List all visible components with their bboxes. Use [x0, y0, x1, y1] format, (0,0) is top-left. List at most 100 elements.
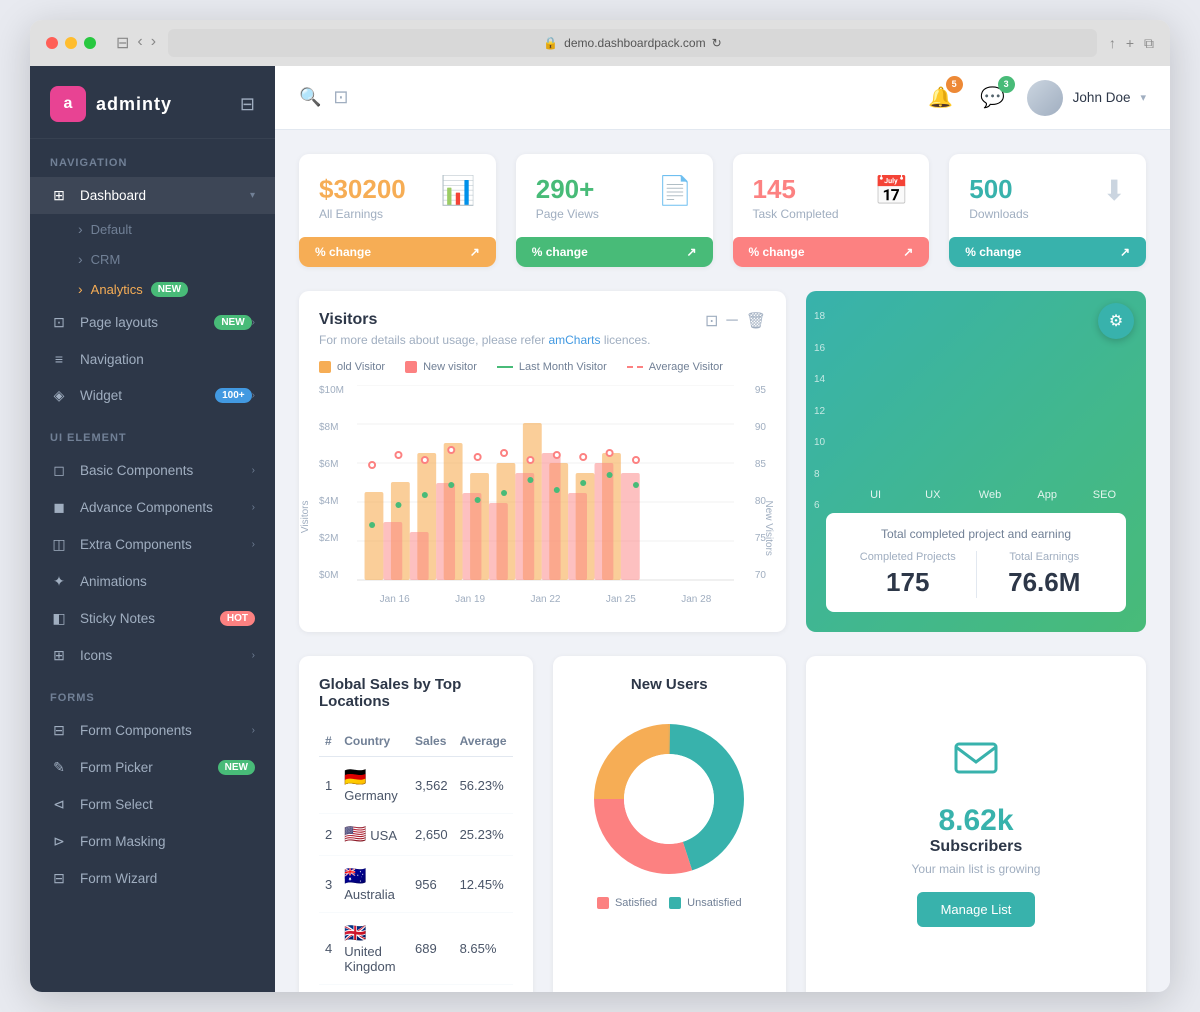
delete-button[interactable]: 🗑: [746, 311, 766, 331]
chart-svg: [357, 385, 734, 581]
footer-label: % change: [532, 245, 588, 259]
maximize-dot[interactable]: [84, 37, 96, 49]
expand-button[interactable]: ⊡: [705, 311, 718, 331]
bell-button[interactable]: 🔔 5: [923, 80, 959, 116]
sidebar-item-basic-components[interactable]: ◻ Basic Components ›: [30, 452, 275, 489]
legend-new-visitor: New visitor: [405, 361, 477, 373]
legend-label: Last Month Visitor: [519, 361, 607, 373]
chevron-right-icon: ›: [252, 650, 255, 661]
green-stats-card: ⚙ 181614121086 UI: [806, 291, 1146, 632]
minimize-dot[interactable]: [65, 37, 77, 49]
completed-value: 175: [840, 567, 976, 598]
chevron-right-icon: ›: [252, 725, 255, 736]
sidebar-item-form-select[interactable]: ⊲ Form Select: [30, 786, 275, 823]
sidebar-item-form-picker[interactable]: ✎ Form Picker NEW: [30, 749, 275, 786]
donut-chart: [579, 709, 759, 889]
earnings-label: Total Earnings: [977, 551, 1113, 563]
manage-list-button[interactable]: Manage List: [917, 892, 1036, 927]
back-icon[interactable]: ‹: [137, 33, 142, 53]
sales-table-card: Global Sales by Top Locations # Country …: [299, 656, 533, 992]
cell-country: 🇩🇪 Germany: [338, 757, 409, 814]
minimize-button[interactable]: ─: [726, 311, 737, 331]
sidebar-item-label: Form Masking: [80, 834, 255, 849]
windows-icon[interactable]: ⧉: [1144, 35, 1154, 52]
stat-footer[interactable]: % change ↗: [949, 237, 1146, 267]
sidebar-subitem-analytics[interactable]: Analytics NEW: [30, 274, 275, 304]
search-icon[interactable]: 🔍: [299, 87, 321, 108]
chevron-right-icon: ›: [252, 317, 255, 328]
sidebar-item-form-components[interactable]: ⊟ Form Components ›: [30, 712, 275, 749]
stat-value: 290+: [536, 174, 599, 205]
chat-button[interactable]: 💬 3: [975, 80, 1011, 116]
sidebar-item-dashboard[interactable]: ⊞ Dashboard ▾: [30, 177, 275, 214]
sidebar-item-label: Animations: [80, 574, 255, 589]
refresh-icon[interactable]: ↻: [712, 36, 722, 50]
cell-sales: 689: [409, 913, 454, 985]
card-toolbar: ⊡ ─ 🗑: [705, 311, 766, 331]
cell-sales: 956: [409, 856, 454, 913]
sidebar-item-extra-components[interactable]: ◫ Extra Components ›: [30, 526, 275, 563]
sidebar-item-page-layouts[interactable]: ⊡ Page layouts NEW ›: [30, 304, 275, 341]
stat-footer[interactable]: % change ↗: [299, 237, 496, 267]
legend-label: Average Visitor: [649, 361, 723, 373]
newtab-icon[interactable]: +: [1126, 35, 1134, 52]
sidebar-item-widget[interactable]: ◈ Widget 100+ ›: [30, 377, 275, 414]
y-label-left: Visitors: [300, 501, 311, 534]
gear-button[interactable]: ⚙: [1098, 303, 1134, 339]
sidebar-item-label: Widget: [80, 388, 207, 403]
stat-footer[interactable]: % change ↗: [733, 237, 930, 267]
cell-average: 56.23%: [454, 757, 513, 814]
browser-nav: ⊟ ‹ ›: [116, 33, 156, 53]
amcharts-link[interactable]: amCharts: [548, 333, 600, 347]
stat-label: Page Views: [536, 207, 599, 221]
sidebar-item-icons[interactable]: ⊞ Icons ›: [30, 637, 275, 674]
sidebar-item-form-wizard[interactable]: ⊟ Form Wizard: [30, 860, 275, 897]
sidebar-toggle-btn[interactable]: ⊟: [240, 94, 255, 115]
extra-icon: ◫: [50, 536, 68, 553]
stat-card-pageviews: 290+ Page Views 📄 % change ↗: [516, 154, 713, 267]
col-sales: Sales: [409, 726, 454, 757]
project-stats-panel: Total completed project and earning Comp…: [826, 513, 1126, 612]
close-dot[interactable]: [46, 37, 58, 49]
sidebar-subitem-default[interactable]: Default: [30, 214, 275, 244]
y-label-right: New Visitors: [763, 501, 774, 556]
table-row: 2 🇺🇸 USA 2,650 25.23%: [319, 814, 513, 856]
sidebar-subitem-crm[interactable]: CRM: [30, 244, 275, 274]
sidebar-toggle-icon[interactable]: ⊟: [116, 33, 129, 53]
advance-icon: ◼: [50, 499, 68, 516]
chevron-right-icon: ›: [252, 502, 255, 513]
completed-label: Completed Projects: [840, 551, 976, 563]
email-icon: [952, 734, 1000, 792]
bar-label-ux: UX: [925, 489, 940, 501]
trend-icon: ↗: [903, 245, 913, 259]
trend-icon: ↗: [686, 245, 696, 259]
user-name: John Doe: [1073, 90, 1131, 105]
share-icon[interactable]: ↑: [1109, 35, 1116, 52]
logo-icon: a: [50, 86, 86, 122]
stat-footer[interactable]: % change ↗: [516, 237, 713, 267]
stat-card-tasks: 145 Task Completed 📅 % change ↗: [733, 154, 930, 267]
cell-num: 2: [319, 814, 338, 856]
sidebar-item-navigation[interactable]: ≡ Navigation: [30, 341, 275, 377]
icons-icon: ⊞: [50, 647, 68, 664]
col-country: Country: [338, 726, 409, 757]
sidebar-item-advance-components[interactable]: ◼ Advance Components ›: [30, 489, 275, 526]
picker-icon: ✎: [50, 759, 68, 776]
forward-icon[interactable]: ›: [151, 33, 156, 53]
stat-label: Downloads: [969, 207, 1028, 221]
chevron-down-icon: ▾: [1140, 91, 1146, 104]
browser-window: ⊟ ‹ › 🔒 demo.dashboardpack.com ↻ ↑ + ⧉ a…: [30, 20, 1170, 992]
legend-last-month: Last Month Visitor: [497, 361, 607, 373]
animation-icon: ✦: [50, 573, 68, 590]
sidebar-item-sticky-notes[interactable]: ◧ Sticky Notes HOT: [30, 600, 275, 637]
footer-label: % change: [315, 245, 371, 259]
sales-table: # Country Sales Average 1 🇩: [319, 726, 513, 985]
sidebar-item-form-masking[interactable]: ⊳ Form Masking: [30, 823, 275, 860]
expand-icon[interactable]: ⊡: [333, 87, 348, 108]
user-menu[interactable]: John Doe ▾: [1027, 80, 1146, 116]
app-layout: a adminty ⊟ Navigation ⊞ Dashboard ▾ Def…: [30, 66, 1170, 992]
legend-label: New visitor: [423, 361, 477, 373]
url-bar[interactable]: 🔒 demo.dashboardpack.com ↻: [168, 29, 1097, 57]
bar-group-app: App: [1026, 483, 1069, 501]
sidebar-item-animations[interactable]: ✦ Animations: [30, 563, 275, 600]
